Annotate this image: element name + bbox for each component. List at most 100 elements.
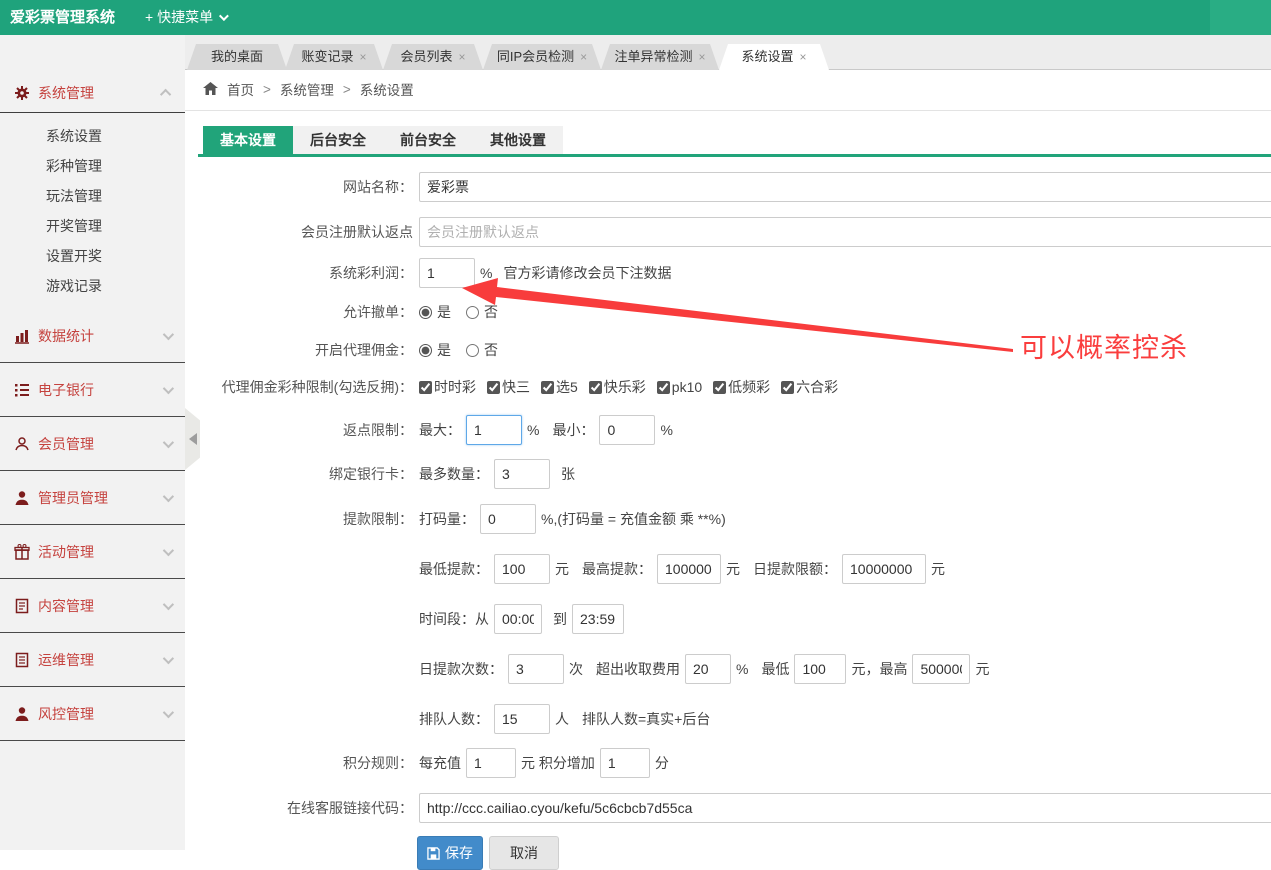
tab-strip: 我的桌面 账变记录× 会员列表 × 同IP会员检测 × 注单异常检测× 系统设置× [185,35,1271,70]
time-to-input[interactable] [572,604,624,634]
agent-commission-no-radio[interactable] [466,344,479,357]
checkbox-klc-label: 快乐彩 [604,377,646,397]
settings-subtabs: 基本设置 后台安全 前台安全 其他设置 [203,126,563,154]
sidebar-group-ops[interactable]: 运维管理 [0,633,185,687]
form-row-allow-cancel: 允许撤单： 是 否 [203,302,508,322]
subtab-frontend-security[interactable]: 前台安全 [383,126,473,154]
tab-abnormal-bets[interactable]: 注单异常检测× [601,44,719,70]
subtab-basic-settings[interactable]: 基本设置 [203,126,293,154]
reg-rebate-input[interactable] [419,217,1271,247]
site-name-label: 网站名称： [203,177,413,197]
points-per-label: 每充值 [419,753,461,773]
sidebar-group-label: 系统管理 [38,83,163,103]
rebate-limit-label: 返点限制： [203,420,413,440]
checkbox-klc[interactable] [589,381,602,394]
tab-label: 同IP会员检测 [497,49,574,64]
withdraw-times-input[interactable] [508,654,564,684]
tab-close-icon[interactable]: × [699,50,706,64]
sys-profit-input[interactable] [419,258,475,288]
fee-min-label: 最低 [761,659,789,679]
allow-cancel-label: 允许撤单： [203,302,413,322]
chevron-down-icon [163,328,174,339]
sidebar-group-members[interactable]: 会员管理 [0,417,185,471]
allow-cancel-yes-radio[interactable] [419,306,432,319]
form-row-withdraw-amounts: 最低提款： 元 最高提款： 元 日提款限额： 元 [203,554,945,584]
dama-input[interactable] [480,504,536,534]
agent-commission-no-label: 否 [484,340,498,360]
sidebar-item-draw-mgmt[interactable]: 开奖管理 [0,211,185,241]
tab-close-icon[interactable]: × [800,50,807,64]
tab-member-list[interactable]: 会员列表 × [383,44,483,70]
withdraw-max-input[interactable] [657,554,721,584]
rebate-max-unit: % [527,422,539,438]
allow-cancel-no-radio[interactable] [466,306,479,319]
sidebar-group-ebank[interactable]: 电子银行 [0,363,185,417]
tab-my-desktop[interactable]: 我的桌面 [187,44,287,70]
rebate-min-input[interactable] [599,415,655,445]
rebate-max-input[interactable] [466,415,522,445]
time-to-label: 到 [553,609,567,629]
breadcrumb-system-mgmt[interactable]: 系统管理 [280,79,334,99]
checkbox-pk10[interactable] [657,381,670,394]
time-from-input[interactable] [494,604,542,634]
reg-rebate-label: 会员注册默认返点 [203,222,413,242]
withdraw-daily-input[interactable] [842,554,926,584]
tab-system-settings[interactable]: 系统设置× [719,44,829,70]
fee-min-input[interactable] [794,654,846,684]
sidebar-submenu: 系统设置 彩种管理 玩法管理 开奖管理 设置开奖 游戏记录 [0,113,185,309]
checkbox-ssc[interactable] [419,381,432,394]
bank-card-qty-input[interactable] [494,459,550,489]
fee-max-input[interactable] [912,654,970,684]
points-per-input[interactable] [466,748,516,778]
sidebar-group-activities[interactable]: 活动管理 [0,525,185,579]
tab-label: 会员列表 [400,49,452,64]
breadcrumb: 首页 > 系统管理 > 系统设置 [203,78,414,100]
cancel-button[interactable]: 取消 [489,836,559,870]
site-name-input[interactable] [419,172,1271,202]
sidebar-group-content[interactable]: 内容管理 [0,579,185,633]
agent-commission-yes-radio[interactable] [419,344,432,357]
sidebar-group-system[interactable]: 系统管理 [0,73,185,113]
ops-doc-icon [14,652,30,668]
quick-menu-button[interactable]: + 快捷菜单 [145,0,226,35]
breadcrumb-home[interactable]: 首页 [227,79,254,99]
queue-input[interactable] [494,704,550,734]
subtab-backend-security[interactable]: 后台安全 [293,126,383,154]
sys-profit-note: 官方彩请修改会员下注数据 [503,263,671,283]
excess-fee-input[interactable] [685,654,731,684]
checkbox-x5-label: 选5 [556,377,578,397]
checkbox-dpc-label: 低频彩 [728,377,770,397]
checkbox-k3[interactable] [487,381,500,394]
withdraw-max-label: 最高提款： [582,559,652,579]
checkbox-lhc[interactable] [781,381,794,394]
kefu-input[interactable] [419,793,1271,823]
sidebar-item-set-draw[interactable]: 设置开奖 [0,241,185,271]
sidebar-item-lottery-mgmt[interactable]: 彩种管理 [0,151,185,181]
sys-profit-label: 系统彩利润： [203,263,413,283]
sidebar-group-statistics[interactable]: 数据统计 [0,309,185,363]
checkbox-x5[interactable] [541,381,554,394]
save-button[interactable]: 保存 [417,836,483,870]
tab-account-changes[interactable]: 账变记录× [285,44,383,70]
tab-close-icon[interactable]: × [360,50,367,64]
tab-close-icon[interactable]: × [459,50,466,64]
tab-close-icon[interactable]: × [580,50,587,64]
sidebar-collapse-handle[interactable] [185,408,200,470]
excess-fee-label: 超出收取费用 [596,659,680,679]
sidebar-group-admins[interactable]: 管理员管理 [0,471,185,525]
withdraw-min-input[interactable] [494,554,550,584]
sidebar-item-system-settings[interactable]: 系统设置 [0,121,185,151]
admin-user-icon [14,490,30,506]
withdraw-daily-unit: 元 [931,559,945,579]
header-right-block[interactable] [1210,0,1271,35]
chevron-down-icon [163,652,174,663]
sidebar-item-play-mgmt[interactable]: 玩法管理 [0,181,185,211]
checkbox-pk10-label: pk10 [672,379,702,395]
subtab-other-settings[interactable]: 其他设置 [473,126,563,154]
sidebar-group-risk[interactable]: 风控管理 [0,687,185,741]
tab-same-ip-check[interactable]: 同IP会员检测 × [483,44,601,70]
sidebar-item-game-records[interactable]: 游戏记录 [0,271,185,301]
checkbox-dpc[interactable] [713,381,726,394]
breadcrumb-system-settings[interactable]: 系统设置 [360,79,414,99]
points-add-input[interactable] [600,748,650,778]
